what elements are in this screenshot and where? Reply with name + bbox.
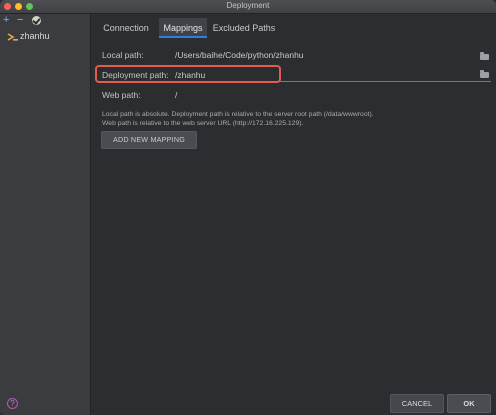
ok-button[interactable]: OK (447, 394, 491, 413)
tab-mappings[interactable]: Mappings (159, 18, 207, 38)
title-bar: Deployment (0, 0, 496, 14)
browse-remote-folder-icon[interactable] (480, 70, 489, 78)
local-path-label: Local path: (102, 50, 144, 60)
web-path-label: Web path: (102, 90, 141, 100)
remove-server-button[interactable]: − (17, 14, 23, 26)
tab-connection[interactable]: Connection (97, 18, 155, 38)
sftp-server-icon (7, 33, 18, 41)
browse-local-folder-icon[interactable] (480, 52, 489, 60)
local-path-field[interactable]: /Users/baihe/Code/python/zhanhu (175, 50, 304, 60)
annotation-highlight-box (95, 65, 281, 83)
web-path-field[interactable]: / (175, 90, 177, 100)
add-new-mapping-button[interactable]: ADD NEW MAPPING (101, 131, 197, 149)
tab-excluded-paths[interactable]: Excluded Paths (209, 18, 279, 38)
sidebar-toolbar: + − (0, 14, 90, 28)
add-server-button[interactable]: + (3, 14, 9, 26)
tab-bar: Connection Mappings Excluded Paths (91, 18, 496, 38)
cancel-button[interactable]: CANCEL (390, 394, 444, 413)
note-line-1: Local path is absolute. Deployment path … (102, 111, 374, 118)
mapping-help-note: Local path is absolute. Deployment path … (102, 110, 442, 128)
main-panel: Connection Mappings Excluded Paths Local… (91, 14, 496, 415)
set-default-check-icon[interactable] (32, 16, 41, 25)
sidebar-item-zhanhu[interactable]: zhanhu (0, 30, 90, 44)
deployment-window: Deployment + − zhanhu ? Connection Mappi… (0, 0, 496, 415)
server-name: zhanhu (20, 31, 50, 41)
server-sidebar: + − zhanhu ? (0, 14, 91, 415)
window-title: Deployment (226, 1, 270, 10)
note-line-2: Web path is relative to the web server U… (102, 120, 304, 127)
help-button[interactable]: ? (7, 398, 18, 409)
